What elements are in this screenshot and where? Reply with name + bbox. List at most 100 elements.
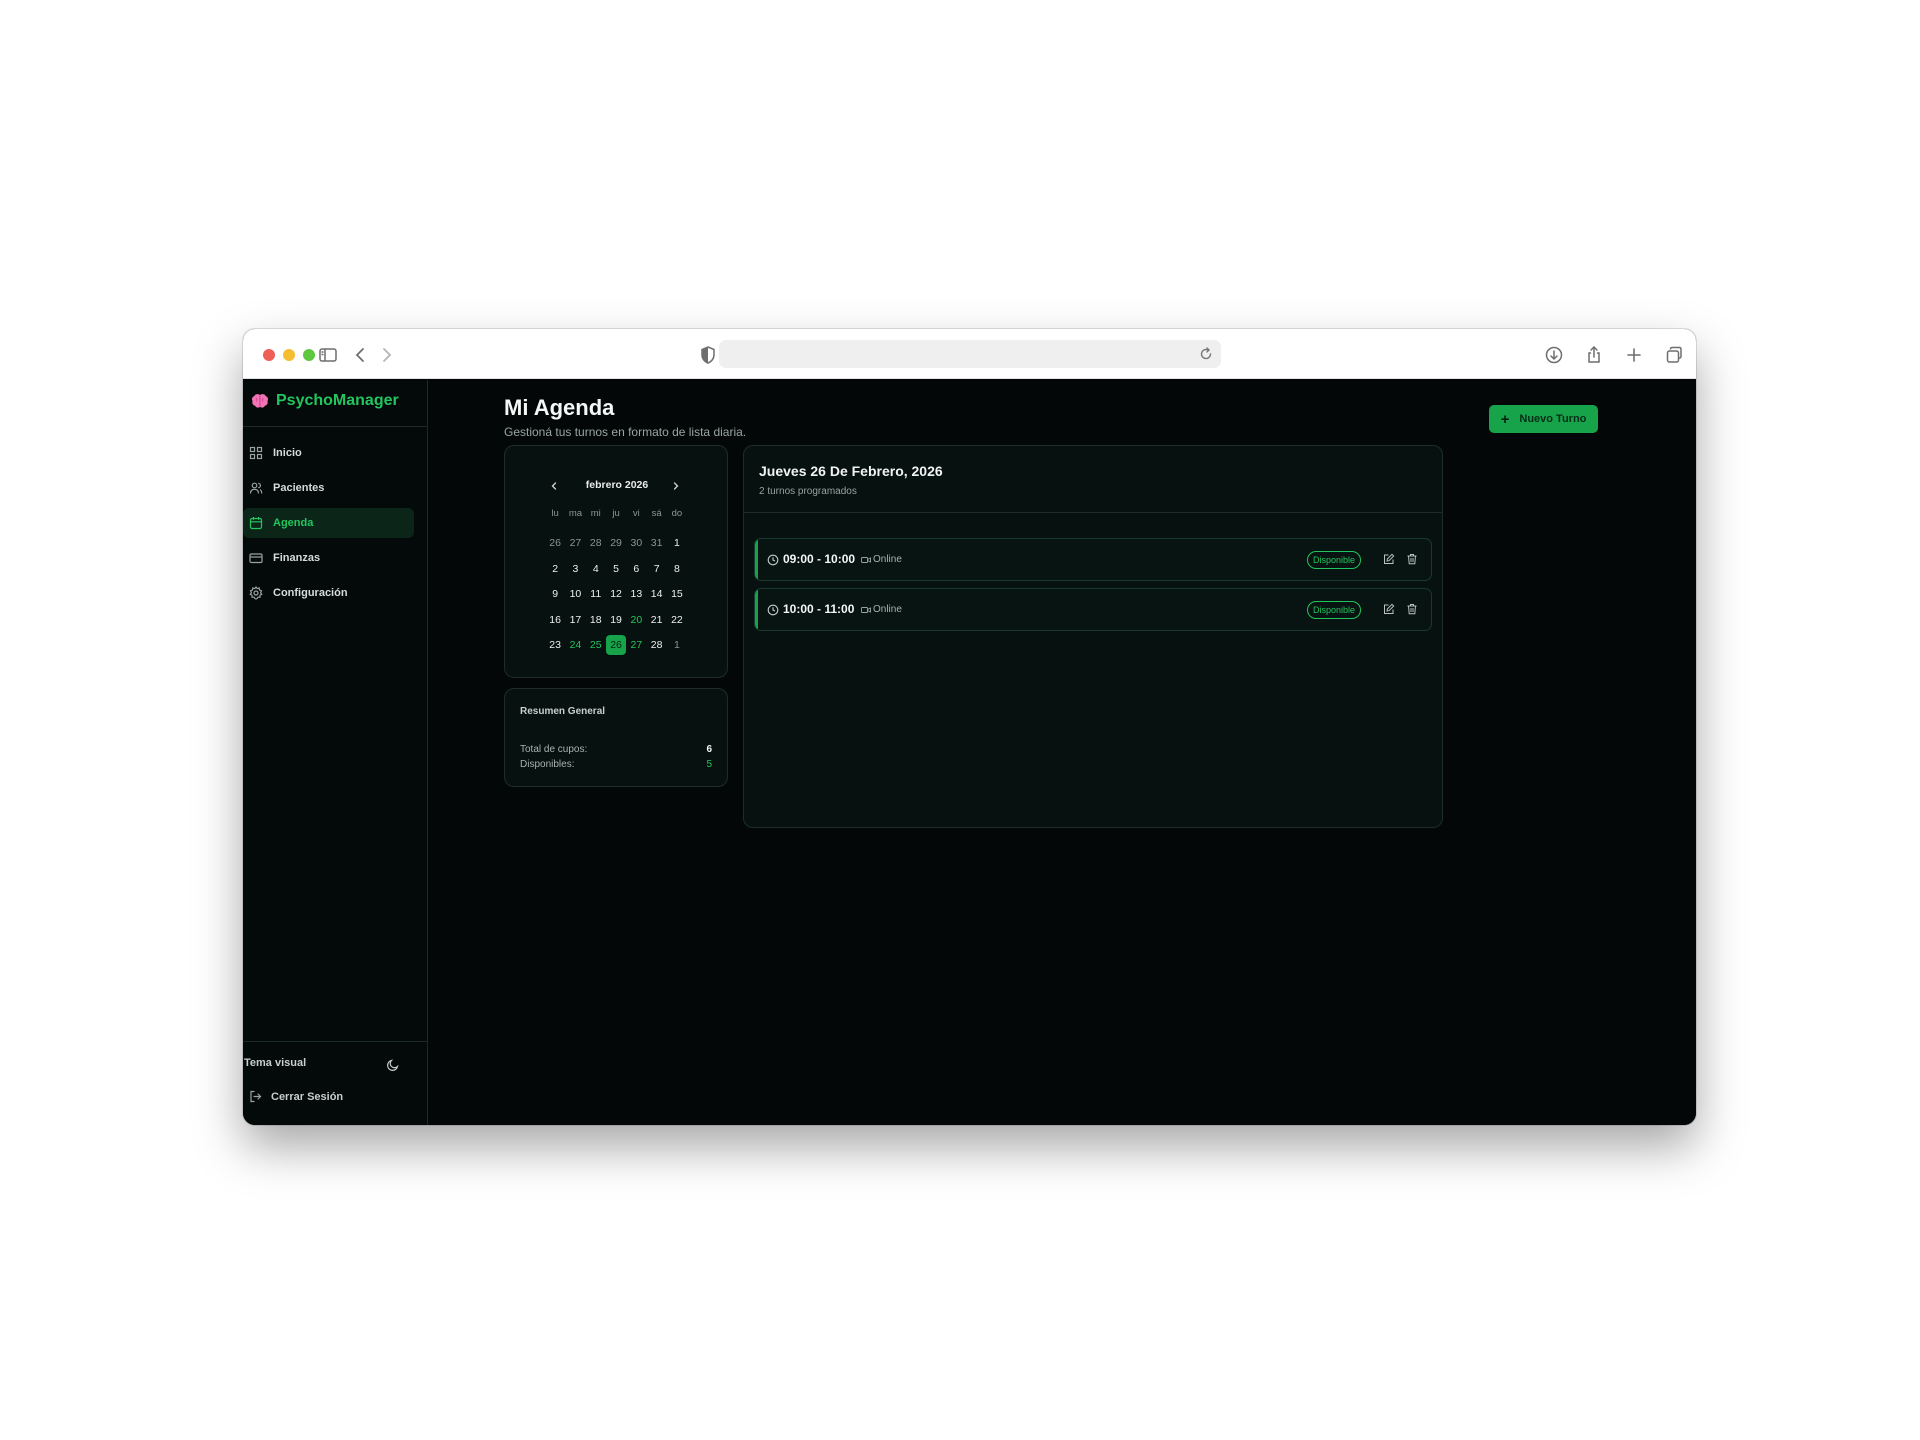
appointment-slot[interactable]: 09:00 - 10:00 Online Disponible xyxy=(754,538,1432,581)
page-title: Mi Agenda xyxy=(504,395,615,420)
trash-icon[interactable] xyxy=(1406,553,1418,565)
moon-icon[interactable] xyxy=(386,1058,400,1072)
calendar-day[interactable]: 10 xyxy=(565,582,585,608)
calendar-day-number: 23 xyxy=(549,639,561,652)
weekday-header: ju xyxy=(612,508,620,519)
theme-label: Tema visual xyxy=(244,1057,307,1069)
forward-icon[interactable] xyxy=(373,342,399,368)
calendar-day[interactable]: 31 xyxy=(646,531,666,557)
calendar-day[interactable]: 21 xyxy=(646,607,666,633)
calendar-day[interactable]: 11 xyxy=(586,582,606,608)
calendar-day[interactable]: 30 xyxy=(626,531,646,557)
brand-name: PsychoManager xyxy=(276,392,399,409)
calendar-day[interactable]: 4 xyxy=(586,556,606,582)
clock-icon xyxy=(767,604,779,616)
calendar-day-number: 19 xyxy=(610,613,622,626)
dashboard-icon xyxy=(249,446,263,460)
appointment-slot[interactable]: 10:00 - 11:00 Online Disponible xyxy=(754,588,1432,631)
download-icon[interactable] xyxy=(1541,342,1567,368)
calendar-day[interactable]: 23 xyxy=(545,633,565,659)
calendar-day-number: 18 xyxy=(589,613,602,626)
chevron-right-icon[interactable] xyxy=(668,478,684,494)
calendar-day[interactable]: 27 xyxy=(565,531,585,557)
calendar-day-selected[interactable]: 26 xyxy=(606,633,627,659)
trash-icon[interactable] xyxy=(1406,603,1418,615)
sidebar-toggle-icon[interactable] xyxy=(315,342,341,368)
calendar-day[interactable]: 28 xyxy=(586,531,606,557)
summary-total-row: Total de cupos: 6 xyxy=(520,744,712,755)
address-bar[interactable] xyxy=(719,340,1221,368)
calendar-day[interactable]: 15 xyxy=(667,582,687,608)
edit-icon[interactable] xyxy=(1383,603,1395,615)
calendar-day-number: 1 xyxy=(674,537,680,550)
calendar-day[interactable]: 20 xyxy=(626,607,646,633)
calendar-day[interactable]: 5 xyxy=(606,556,626,582)
calendar-day[interactable]: 26 xyxy=(545,531,565,557)
sidebar-item-finanzas[interactable]: Finanzas xyxy=(243,543,414,573)
close-window-button[interactable] xyxy=(263,349,275,361)
sidebar-item-agenda[interactable]: Agenda xyxy=(243,508,414,538)
day-subtitle: 2 turnos programados xyxy=(759,486,857,497)
calendar-day-number: 2 xyxy=(552,562,559,575)
logout-button[interactable]: Cerrar Sesión xyxy=(249,1090,343,1103)
calendar-day[interactable]: 17 xyxy=(565,607,585,633)
chevron-left-icon[interactable] xyxy=(546,478,562,494)
sidebar-item-label: Finanzas xyxy=(273,552,321,564)
privacy-shield-icon[interactable] xyxy=(695,342,721,368)
sidebar-item-label: Inicio xyxy=(273,447,302,459)
calendar-day[interactable]: 2 xyxy=(545,556,565,582)
calendar-day-number: 25 xyxy=(589,639,602,652)
calendar-day[interactable]: 9 xyxy=(545,582,565,608)
calendar-day[interactable]: 7 xyxy=(646,556,666,582)
calendar-day-number: 9 xyxy=(552,588,559,601)
calendar-day[interactable]: 29 xyxy=(606,531,626,557)
calendar-day[interactable]: 18 xyxy=(586,607,606,633)
calendar-day[interactable]: 25 xyxy=(586,633,606,659)
edit-icon[interactable] xyxy=(1383,553,1395,565)
maximize-window-button[interactable] xyxy=(303,349,315,361)
calendar-day-number: 12 xyxy=(610,588,622,601)
calendar-day[interactable]: 13 xyxy=(626,582,646,608)
page-subtitle: Gestioná tus turnos en formato de lista … xyxy=(504,425,747,439)
summary-total-value: 6 xyxy=(706,744,712,755)
new-tab-icon[interactable] xyxy=(1621,342,1647,368)
calendar-day[interactable]: 1 xyxy=(667,633,687,659)
calendar-month-label: febrero 2026 xyxy=(585,479,649,491)
browser-toolbar xyxy=(243,329,1696,379)
reload-icon[interactable] xyxy=(1197,345,1215,363)
sidebar: PsychoManager Inicio Pacientes Agenda Fi… xyxy=(243,380,428,1125)
clock-icon xyxy=(767,554,779,566)
sidebar-item-label: Configuración xyxy=(273,587,348,599)
theme-toggle[interactable]: Tema visual xyxy=(244,1057,404,1075)
brand[interactable]: PsychoManager xyxy=(243,380,428,427)
calendar-day[interactable]: 22 xyxy=(667,607,687,633)
calendar-day[interactable]: 16 xyxy=(545,607,565,633)
back-icon[interactable] xyxy=(348,342,374,368)
calendar-day[interactable]: 19 xyxy=(606,607,626,633)
logout-icon xyxy=(249,1090,262,1103)
weekday-header: sá xyxy=(651,508,662,519)
brain-icon xyxy=(251,394,269,408)
calendar-day[interactable]: 3 xyxy=(565,556,585,582)
calendar-day[interactable]: 12 xyxy=(606,582,626,608)
calendar-day-number: 26 xyxy=(606,635,627,656)
calendar-day-number: 24 xyxy=(569,639,582,652)
sidebar-item-label: Pacientes xyxy=(273,482,325,494)
sidebar-item-configuracion[interactable]: Configuración xyxy=(243,578,414,608)
calendar-day[interactable]: 27 xyxy=(626,633,646,659)
calendar-day[interactable]: 1 xyxy=(667,531,687,557)
share-icon[interactable] xyxy=(1581,342,1607,368)
calendar-day-number: 14 xyxy=(650,588,663,601)
calendar-day[interactable]: 24 xyxy=(565,633,585,659)
slot-mode: Online xyxy=(873,604,902,615)
calendar-day-number: 26 xyxy=(549,537,561,550)
calendar-day[interactable]: 8 xyxy=(667,556,687,582)
calendar-day[interactable]: 6 xyxy=(626,556,646,582)
sidebar-item-inicio[interactable]: Inicio xyxy=(243,438,414,468)
minimize-window-button[interactable] xyxy=(283,349,295,361)
calendar-day[interactable]: 28 xyxy=(646,633,666,659)
calendar-day[interactable]: 14 xyxy=(646,582,666,608)
tabs-overview-icon[interactable] xyxy=(1661,342,1687,368)
new-appointment-button[interactable]: + Nuevo Turno xyxy=(1489,405,1598,433)
sidebar-item-pacientes[interactable]: Pacientes xyxy=(243,473,414,503)
